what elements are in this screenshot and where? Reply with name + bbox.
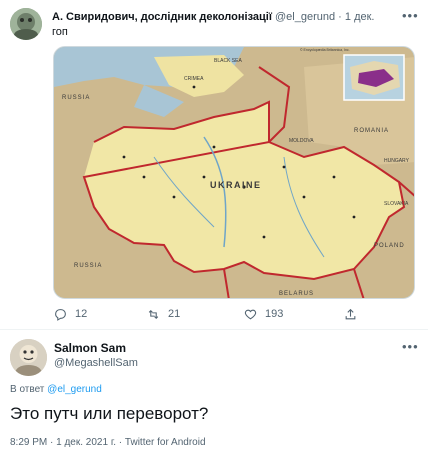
reply-count: 12 (75, 308, 88, 320)
tweet-actions: 12 21 193 (54, 306, 374, 322)
map-label-crimea: CRIMEA (184, 76, 204, 82)
like-button[interactable]: 193 (244, 306, 283, 322)
map-label-ukraine: UKRAINE (210, 180, 262, 190)
map-label-russia-bottom: RUSSIA (74, 263, 102, 269)
retweet-icon (148, 309, 159, 319)
tweet-header: А. Свиридович, дослідник деколонізації @… (52, 10, 397, 24)
separator: · (338, 11, 342, 23)
more-horizontal-icon[interactable]: ••• (402, 339, 419, 354)
author-name[interactable]: А. Свиридович, дослідник деколонізації (52, 11, 272, 23)
author-handle[interactable]: @el_gerund (275, 11, 335, 23)
tweet-date[interactable]: 1 дек. (345, 11, 375, 23)
heart-icon (244, 309, 257, 319)
tweet-divider (0, 329, 428, 330)
share-button[interactable] (344, 306, 357, 322)
reply-icon (55, 308, 66, 321)
map-label-hungary: HUNGARY (384, 158, 410, 164)
map-label-slovakia: SLOVAKIA (384, 201, 409, 207)
avatar[interactable] (10, 8, 42, 40)
map-label-belarus: BELARUS (279, 291, 314, 297)
like-count: 193 (265, 308, 284, 320)
reply-tweet-text: Это путч или переворот? (10, 404, 209, 423)
map-copyright: © Encyclopædia Britannica, Inc. (300, 48, 350, 52)
tweet-text: гоп (52, 26, 68, 38)
tweet-meta: 8:29 PM · 1 дек. 2021 г. · Twitter for A… (10, 437, 206, 448)
avatar[interactable] (10, 339, 47, 376)
retweet-count: 21 (168, 308, 181, 320)
reply-author-name[interactable]: Salmon Sam (54, 341, 126, 355)
more-horizontal-icon[interactable]: ••• (402, 8, 419, 23)
retweet-button[interactable]: 21 (147, 306, 180, 322)
reply-author-handle[interactable]: @MegashellSam (54, 356, 138, 370)
map-label-romania: ROMANIA (354, 128, 389, 134)
map-label-russia: RUSSIA (62, 95, 90, 101)
reply-button[interactable]: 12 (54, 306, 87, 322)
reply-to-handle-link[interactable]: @el_gerund (47, 384, 102, 395)
map-label-moldova: MOLDOVA (289, 138, 314, 144)
reply-to-prefix: В ответ (10, 384, 45, 395)
share-icon (345, 308, 356, 319)
map-label-black-sea: BLACK SEA (214, 58, 242, 64)
map-label-poland: POLAND (374, 243, 405, 249)
reply-to-line: В ответ @el_gerund (10, 384, 102, 396)
tweet-original: А. Свиридович, дослідник деколонізації @… (0, 0, 428, 328)
tweet-image-map[interactable]: UKRAINE RUSSIA RUSSIA BELARUS POLAND ROM… (53, 46, 415, 299)
